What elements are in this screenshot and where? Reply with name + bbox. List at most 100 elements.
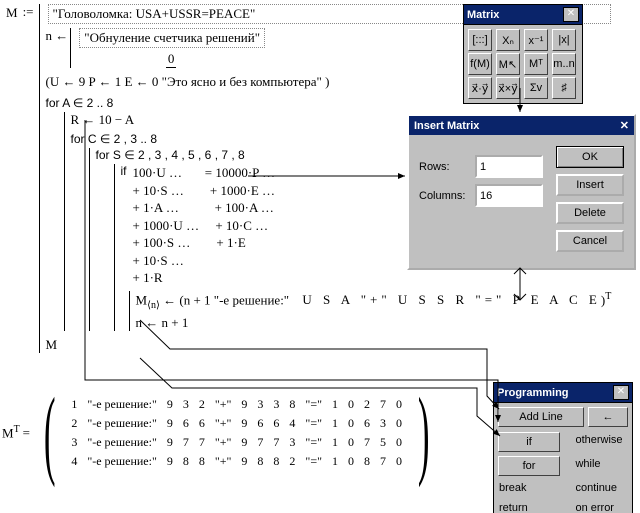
result-cell: 2 (284, 452, 300, 471)
result-cell: 9 (236, 452, 252, 471)
result-cell: 1 (327, 395, 343, 414)
result-cell: 9 (236, 433, 252, 452)
ok-button[interactable]: OK (556, 146, 624, 168)
result-cell: 9 (236, 395, 252, 414)
result-cell: 8 (359, 452, 375, 471)
programming-title: Programming (497, 387, 613, 399)
matrix-op-button[interactable]: x⃗·y⃗ (468, 77, 492, 99)
result-cell: 7 (375, 452, 391, 471)
result-cell: 7 (178, 433, 194, 452)
back-button[interactable]: ← (588, 407, 628, 427)
result-cell: 8 (284, 395, 300, 414)
n-incr: n ← n + 1 (136, 315, 612, 331)
result-cell: 8 (268, 452, 284, 471)
programming-palette: Programming✕ Add Line ← if otherwise forwh… (493, 382, 633, 513)
matrix-op-button[interactable]: x⁻¹ (524, 29, 548, 51)
close-icon[interactable]: ✕ (620, 119, 629, 132)
matrix-op-button[interactable]: Mᵀ (524, 53, 548, 75)
if-kw: if (121, 164, 127, 178)
var-n: n ← (46, 28, 69, 44)
prog-on-error-button[interactable]: on error (573, 499, 629, 513)
result-cell: 7 (375, 395, 391, 414)
result-cell: "+" (210, 433, 237, 452)
result-cell: "=" (300, 414, 327, 433)
solution-vector: U S A "+" U S S R "=" P E A C E (302, 292, 600, 307)
result-cell: 8 (252, 452, 268, 471)
result-cell: 0 (391, 395, 407, 414)
matrix-op-button[interactable]: x⃗×y⃗ (496, 77, 520, 99)
result-cell: 6 (194, 414, 210, 433)
result-cell: 6 (252, 414, 268, 433)
rows-input[interactable] (475, 155, 543, 178)
result-cell: "+" (210, 414, 237, 433)
result-cell: 0 (391, 452, 407, 471)
result-cell: 1 (327, 433, 343, 452)
result-cell: 0 (391, 414, 407, 433)
delete-button[interactable]: Delete (556, 202, 624, 224)
result-cell: "+" (210, 395, 237, 414)
matrix-op-button[interactable]: [:::] (468, 29, 492, 51)
matrix-op-button[interactable]: ♯ (552, 77, 576, 99)
result-cell: 6 (178, 414, 194, 433)
result-cell: 4 (284, 414, 300, 433)
cols-input[interactable] (475, 184, 543, 207)
result-cell: 9 (162, 414, 178, 433)
result-cell: 3 (178, 395, 194, 414)
result-cell: 8 (178, 452, 194, 471)
result-cell: 7 (194, 433, 210, 452)
rows-label: Rows: (419, 161, 475, 173)
matrix-op-button[interactable]: |x| (552, 29, 576, 51)
result-cell: "+" (210, 452, 237, 471)
result-cell: 2 (359, 395, 375, 414)
matrix-op-button[interactable]: Σv (524, 77, 548, 99)
result-cell: 0 (343, 414, 359, 433)
prog-return-button[interactable]: return (497, 499, 565, 513)
insert-matrix-dialog: Insert Matrix✕ Rows: Columns: OK Insert … (407, 114, 636, 270)
prog-for-button[interactable]: for (498, 456, 560, 476)
equation-block: 100·U … = 10000·P … + 10·S … + 1000·E … … (133, 164, 276, 287)
result-cell: 4 (66, 452, 82, 471)
result-label: MT (2, 424, 20, 441)
insert-matrix-title: Insert Matrix (414, 120, 620, 132)
result-cell: 0 (343, 433, 359, 452)
result-cell: 7 (252, 433, 268, 452)
matrix-op-button[interactable]: M↖ (496, 53, 520, 75)
prog-continue-button[interactable]: continue (573, 479, 629, 497)
prog-while-button[interactable]: while (573, 455, 629, 477)
result-cell: 0 (343, 452, 359, 471)
result-cell: 9 (162, 452, 178, 471)
result-cell: 5 (375, 433, 391, 452)
matrix-palette: Matrix✕ [:::]Xₙx⁻¹|x|f(M)M↖Mᵀm..nx⃗·y⃗x⃗… (463, 4, 583, 104)
prog-if-button[interactable]: if (498, 432, 560, 452)
cancel-button[interactable]: Cancel (556, 230, 624, 252)
result-cell: 3 (268, 395, 284, 414)
close-icon[interactable]: ✕ (613, 385, 629, 400)
matrix-op-button[interactable]: f(M) (468, 53, 492, 75)
add-line-button[interactable]: Add Line (498, 407, 584, 427)
matrix-palette-body: [:::]Xₙx⁻¹|x|f(M)M↖Mᵀm..nx⃗·y⃗x⃗×y⃗Σv♯ (463, 25, 583, 104)
result-matrix: MT = ( 1"-е решение:"932"+"9338"="102702… (2, 388, 440, 478)
result-cell: "-е решение:" (82, 395, 162, 414)
n-comment: "Обнуление счетчика решений" (79, 28, 265, 48)
insert-button[interactable]: Insert (556, 174, 624, 196)
matrix-palette-title: Matrix (467, 9, 563, 21)
result-cell: 3 (375, 414, 391, 433)
prog-otherwise-button[interactable]: otherwise (573, 431, 629, 453)
row-assign: M⟨n⟩ ← (n + 1 "-е решение:" U S A "+" U … (136, 291, 612, 311)
result-cell: "=" (300, 452, 327, 471)
matrix-op-button[interactable]: Xₙ (496, 29, 520, 51)
result-cell: "-е решение:" (82, 433, 162, 452)
result-cell: 9 (162, 433, 178, 452)
result-cell: 9 (236, 414, 252, 433)
result-cell: 2 (194, 395, 210, 414)
result-cell: 9 (162, 395, 178, 414)
return-M: M (46, 337, 612, 353)
result-cell: 1 (66, 395, 82, 414)
result-cell: "-е решение:" (82, 452, 162, 471)
matrix-op-button[interactable]: m..n (552, 53, 576, 75)
result-cell: 7 (268, 433, 284, 452)
result-cell: 7 (359, 433, 375, 452)
prog-break-button[interactable]: break (497, 479, 565, 497)
n-init: 0 (166, 51, 177, 68)
close-icon[interactable]: ✕ (563, 7, 579, 22)
